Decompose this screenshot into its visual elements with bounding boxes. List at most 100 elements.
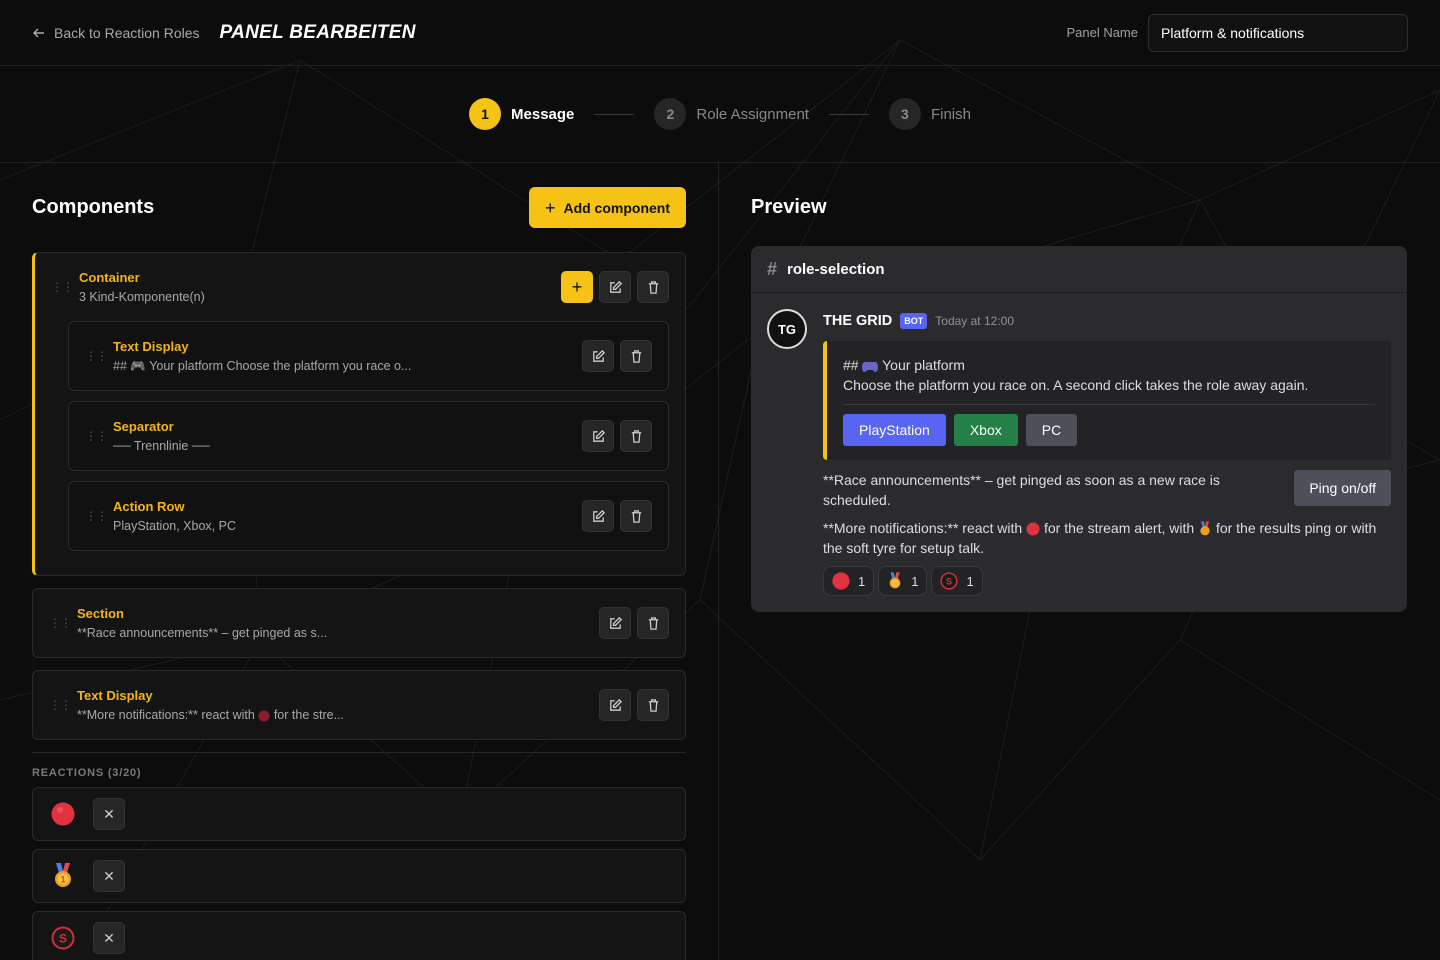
desc-part-a: **More notifications:** react with <box>77 708 255 722</box>
reaction-row: ✕ <box>32 787 686 841</box>
preview-title: Preview <box>751 196 827 218</box>
step-role-assignment[interactable]: 2 Role Assignment <box>654 98 809 130</box>
edit-button[interactable] <box>582 500 614 532</box>
section-text: **Race announcements** – get pinged as s… <box>823 472 1220 508</box>
reaction-count: 1 <box>858 573 866 589</box>
pc-button[interactable]: PC <box>1025 414 1078 446</box>
trash-icon <box>631 349 641 363</box>
red-circle-icon <box>258 710 270 722</box>
drag-handle-icon[interactable]: ⋮⋮ <box>85 350 108 362</box>
medal-icon <box>1200 521 1210 536</box>
top-bar: Back to Reaction Roles PANEL BEARBEITEN … <box>0 0 1440 66</box>
remove-reaction-button[interactable]: ✕ <box>93 922 125 954</box>
component-type: Action Row <box>113 499 185 514</box>
components-title: Components <box>32 196 155 218</box>
reaction-pill[interactable]: 1 <box>878 566 928 596</box>
component-desc: **More notifications:** react with for t… <box>77 708 599 722</box>
heading-text: Your platform <box>882 357 965 373</box>
timestamp: Today at 12:00 <box>935 314 1015 328</box>
trash-icon <box>631 509 641 523</box>
xbox-button[interactable]: Xbox <box>953 414 1018 446</box>
heading-marker: ## <box>843 357 859 373</box>
step-number: 2 <box>654 98 687 130</box>
delete-button[interactable] <box>637 689 669 721</box>
step-connector <box>594 113 635 115</box>
reaction-count: 1 <box>966 573 974 589</box>
plus-icon: + <box>571 276 583 297</box>
edit-button[interactable] <box>599 271 631 303</box>
panel-name-input[interactable] <box>1148 13 1408 52</box>
component-type: Text Display <box>77 688 153 703</box>
container-children: ⋮⋮ Text Display ## 🎮 Your platform Choos… <box>35 321 685 575</box>
medal-icon <box>889 572 901 589</box>
step-label: Role Assignment <box>696 105 809 123</box>
delete-button[interactable] <box>620 500 652 532</box>
edit-button[interactable] <box>582 420 614 452</box>
delete-button[interactable] <box>637 271 669 303</box>
reaction-pills: 1 1 S 1 <box>823 566 1391 596</box>
container-card[interactable]: ⋮⋮ Container 3 Kind-Komponente(n) + ⋮⋮ T… <box>32 252 686 576</box>
trash-icon <box>648 280 658 294</box>
reaction-pill[interactable]: 1 <box>823 566 875 596</box>
more-notifications-text: **More notifications:** react with for t… <box>823 518 1391 558</box>
message: TG THE GRID BOT Today at 12:00 ## Your p… <box>751 293 1407 612</box>
stepper: 1 Message 2 Role Assignment 3 Finish <box>0 66 1440 163</box>
step-number: 3 <box>888 98 921 130</box>
more-text-b: for the stream alert, with <box>1043 520 1195 536</box>
component-type: Separator <box>113 419 174 434</box>
component-desc: 3 Kind-Komponente(n) <box>79 290 205 304</box>
embed-body-text: Choose the platform you race on. A secon… <box>843 377 1309 393</box>
delete-button[interactable] <box>637 607 669 639</box>
drag-handle-icon[interactable]: ⋮⋮ <box>85 430 108 442</box>
hash-icon: # <box>767 258 778 279</box>
desc-part-b: for the stre... <box>273 708 344 722</box>
soft-tyre-icon: S <box>49 924 77 952</box>
edit-icon <box>609 698 622 711</box>
reaction-count: 1 <box>911 573 919 589</box>
svg-text:S: S <box>59 932 67 946</box>
divider <box>32 752 686 753</box>
reaction-pill[interactable]: S 1 <box>931 566 983 596</box>
ping-toggle-button[interactable]: Ping on/off <box>1294 470 1391 506</box>
drag-handle-icon[interactable]: ⋮⋮ <box>49 699 72 711</box>
step-number: 1 <box>469 98 502 130</box>
edit-button[interactable] <box>582 340 614 372</box>
edit-button[interactable] <box>599 607 631 639</box>
red-circle-icon <box>1026 522 1040 536</box>
component-desc: **Race announcements** – get pinged as s… <box>77 626 328 640</box>
remove-reaction-button[interactable]: ✕ <box>93 860 125 892</box>
arrow-left-icon <box>32 27 44 38</box>
drag-handle-icon[interactable]: ⋮⋮ <box>51 281 74 293</box>
edit-button[interactable] <box>599 689 631 721</box>
delete-button[interactable] <box>620 340 652 372</box>
child-separator[interactable]: ⋮⋮ Separator ── Trennlinie ── <box>68 401 669 471</box>
gamepad-icon <box>862 362 879 373</box>
bot-name: THE GRID <box>823 313 893 329</box>
step-label: Message <box>511 105 575 123</box>
drag-handle-icon[interactable]: ⋮⋮ <box>85 510 108 522</box>
trash-icon <box>648 698 658 712</box>
step-label: Finish <box>930 105 971 123</box>
delete-button[interactable] <box>620 420 652 452</box>
edit-icon <box>592 349 605 362</box>
back-link-label: Back to Reaction Roles <box>54 24 200 41</box>
add-component-button[interactable]: + Add component <box>528 187 686 228</box>
child-text-display[interactable]: ⋮⋮ Text Display ## 🎮 Your platform Choos… <box>68 321 669 391</box>
reactions-label: REACTIONS (3/20) <box>32 767 142 779</box>
component-type: Section <box>77 606 124 621</box>
medal-icon: 1 <box>49 862 77 890</box>
remove-reaction-button[interactable]: ✕ <box>93 798 125 830</box>
section-card[interactable]: ⋮⋮ Section **Race announcements** – get … <box>32 588 686 658</box>
back-link[interactable]: Back to Reaction Roles <box>32 25 200 41</box>
text-display-card[interactable]: ⋮⋮ Text Display **More notifications:** … <box>32 670 686 740</box>
channel-name: role-selection <box>787 260 885 278</box>
step-message[interactable]: 1 Message <box>469 98 574 130</box>
playstation-button[interactable]: PlayStation <box>843 414 946 446</box>
step-finish[interactable]: 3 Finish <box>888 98 971 130</box>
drag-handle-icon[interactable]: ⋮⋮ <box>49 617 72 629</box>
add-child-button[interactable]: + <box>561 271 593 303</box>
components-panel: Components + Add component ⋮⋮ Container … <box>0 163 719 960</box>
preview-panel: Preview # role-selection TG THE GRID BOT… <box>719 163 1440 960</box>
child-action-row[interactable]: ⋮⋮ Action Row PlayStation, Xbox, PC <box>68 481 669 551</box>
discord-preview: # role-selection TG THE GRID BOT Today a… <box>751 246 1407 612</box>
